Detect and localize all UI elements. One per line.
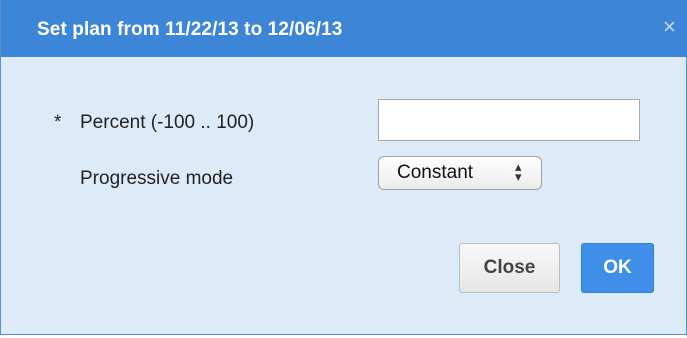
close-icon[interactable]: × bbox=[663, 16, 676, 38]
ok-button[interactable]: OK bbox=[581, 243, 654, 293]
set-plan-dialog: Set plan from 11/22/13 to 12/06/13 × * P… bbox=[0, 0, 687, 335]
progressive-mode-value: Constant bbox=[397, 162, 474, 183]
progressive-mode-label: Progressive mode bbox=[80, 168, 234, 189]
percent-input[interactable] bbox=[378, 99, 640, 141]
required-marker: * bbox=[54, 112, 62, 133]
dialog-titlebar: Set plan from 11/22/13 to 12/06/13 × bbox=[1, 0, 687, 57]
dialog-title: Set plan from 11/22/13 to 12/06/13 bbox=[37, 19, 343, 40]
select-updown-icon: ▴ ▾ bbox=[515, 159, 522, 184]
progressive-mode-select[interactable]: Constant ▴ ▾ bbox=[378, 156, 542, 190]
close-button[interactable]: Close bbox=[459, 243, 560, 293]
percent-label: Percent (-100 .. 100) bbox=[80, 112, 255, 133]
